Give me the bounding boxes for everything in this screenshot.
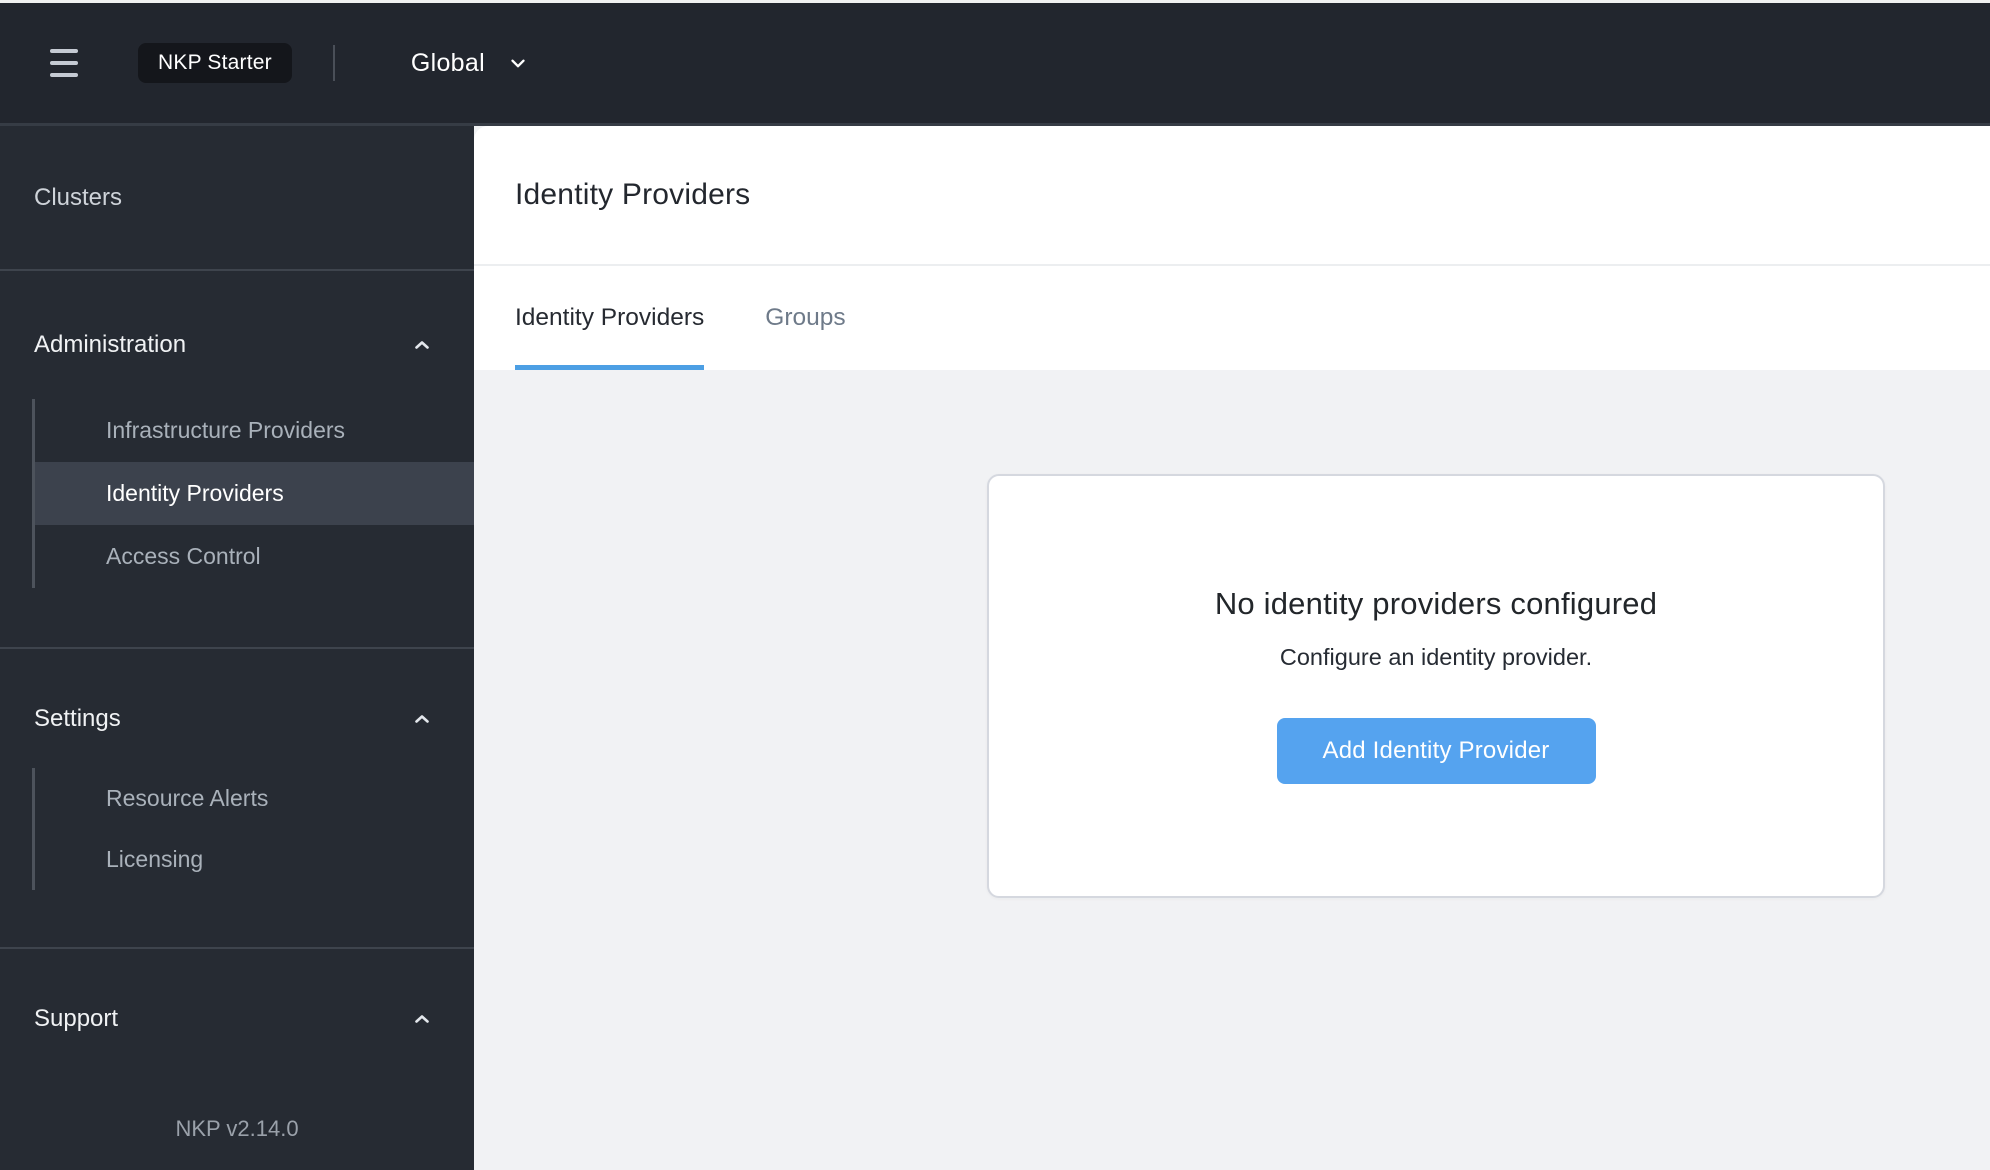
app-window: NKP Starter Global Clusters Administrati… <box>0 0 1990 1170</box>
sidebar: Clusters Administration Infrastructure P… <box>0 126 474 1170</box>
sidebar-divider <box>0 647 474 649</box>
subnav-rail <box>32 399 35 588</box>
section-label: Administration <box>34 331 187 358</box>
sidebar-item-label: Resource Alerts <box>106 785 269 811</box>
workspace-selector[interactable]: Global <box>411 49 529 78</box>
workspace-label: Global <box>410 48 485 77</box>
sidebar-section-support[interactable]: Support <box>0 987 474 1051</box>
sidebar-item-label: Infrastructure Providers <box>106 417 346 443</box>
hamburger-menu-icon[interactable] <box>50 48 80 78</box>
sidebar-item-resource-alerts[interactable]: Resource Alerts <box>32 768 474 829</box>
tab-identity-providers[interactable]: Identity Providers <box>515 266 705 370</box>
tab-groups[interactable]: Groups <box>765 266 845 370</box>
chevron-up-icon <box>415 341 429 349</box>
sidebar-item-label: Identity Providers <box>106 480 284 506</box>
chevron-up-icon <box>415 1015 429 1023</box>
empty-state-card: No identity providers configured Configu… <box>987 474 1885 898</box>
tab-label: Groups <box>765 304 846 331</box>
section-label: Support <box>34 1005 119 1032</box>
page-title: Identity Providers <box>515 178 751 211</box>
sidebar-item-identity-providers[interactable]: Identity Providers <box>32 462 474 525</box>
tab-label: Identity Providers <box>515 304 705 331</box>
topbar-separator <box>332 45 335 81</box>
empty-state-subtitle: Configure an identity provider. <box>1279 644 1593 670</box>
sidebar-item-infrastructure-providers[interactable]: Infrastructure Providers <box>32 399 474 462</box>
sidebar-item-label: Licensing <box>106 846 204 872</box>
chevron-down-icon <box>511 59 525 68</box>
tab-panel: No identity providers configured Configu… <box>474 370 1990 1170</box>
sidebar-item-clusters[interactable]: Clusters <box>0 126 474 269</box>
section-label: Settings <box>34 705 121 732</box>
empty-state-title: No identity providers configured <box>1214 586 1658 621</box>
topbar: NKP Starter Global <box>0 3 1990 123</box>
chevron-up-icon <box>415 715 429 723</box>
sidebar-item-licensing[interactable]: Licensing <box>32 829 474 890</box>
tab-bar: Identity Providers Groups <box>474 266 1990 370</box>
product-badge: NKP Starter <box>138 43 292 83</box>
settings-subnav: Resource Alerts Licensing <box>0 768 474 890</box>
sidebar-item-label: Clusters <box>34 183 123 211</box>
sidebar-item-access-control[interactable]: Access Control <box>32 525 474 588</box>
sidebar-divider <box>0 269 474 271</box>
administration-subnav: Infrastructure Providers Identity Provid… <box>0 399 474 588</box>
page-header: Identity Providers Identity Providers Gr… <box>474 126 1990 370</box>
sidebar-divider <box>0 947 474 949</box>
add-identity-provider-button[interactable]: Add Identity Provider <box>1276 718 1596 784</box>
sidebar-item-label: Access Control <box>106 543 261 569</box>
version-label: NKP v2.14.0 <box>175 1116 299 1141</box>
sidebar-section-administration[interactable]: Administration <box>0 313 474 377</box>
main-content: Identity Providers Identity Providers Gr… <box>474 126 1990 1170</box>
product-badge-label: NKP Starter <box>158 51 272 74</box>
sidebar-section-settings[interactable]: Settings <box>0 687 474 751</box>
subnav-rail <box>32 768 35 890</box>
